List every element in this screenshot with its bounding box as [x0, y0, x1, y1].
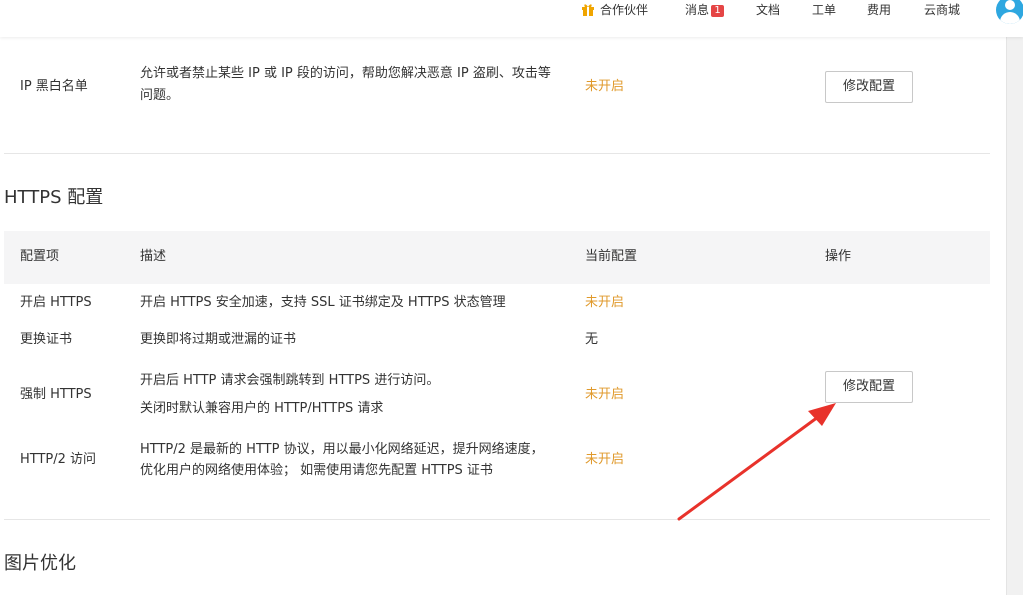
messages-count-badge: 1 [711, 5, 725, 17]
ip-blacklist-status: 未开启 [585, 79, 625, 94]
tickets-link[interactable]: 工单 [812, 0, 836, 20]
docs-link[interactable]: 文档 [756, 0, 780, 20]
divider [4, 153, 990, 154]
ip-blacklist-desc: 允许或者禁止某些 IP 或 IP 段的访问，帮助您解决恶意 IP 盗刷、攻击等问… [140, 66, 551, 103]
header-current: 当前配置 [585, 249, 638, 264]
row-force-https-status: 未开启 [585, 387, 625, 402]
gift-icon [582, 2, 594, 16]
row-force-https-desc-line1: 开启后 HTTP 请求会强制跳转到 HTTPS 进行访问。 [140, 373, 440, 388]
user-icon [1005, 0, 1015, 10]
top-bar: 合作伙伴 消息 1 文档 工单 费用 云商城 [0, 0, 1023, 37]
row-http2-status: 未开启 [585, 452, 625, 467]
row-force-https-desc-line2: 关闭时默认兼容用户的 HTTP/HTTPS 请求 [140, 401, 384, 416]
header-item: 配置项 [20, 249, 60, 264]
main-content: IP 黑白名单 允许或者禁止某些 IP 或 IP 段的访问，帮助您解决恶意 IP… [0, 0, 1006, 595]
force-https-edit-button[interactable]: 修改配置 [825, 371, 913, 403]
row-force-https-label: 强制 HTTPS [20, 387, 92, 402]
row-enable-https-label: 开启 HTTPS [20, 295, 92, 310]
divider [4, 519, 990, 520]
row-enable-https-status: 未开启 [585, 295, 625, 310]
https-section-title: HTTPS 配置 [4, 187, 104, 208]
row-replace-cert-label: 更换证书 [20, 332, 73, 347]
row-http2-desc: HTTP/2 是最新的 HTTP 协议，用以最小化网络延迟，提升网络速度，优化用… [140, 442, 544, 478]
image-section-title: 图片优化 [4, 553, 76, 574]
partner-link[interactable]: 合作伙伴 [582, 0, 648, 20]
row-replace-cert-status: 无 [585, 332, 599, 347]
header-action: 操作 [825, 249, 852, 264]
row-enable-https-desc: 开启 HTTPS 安全加速，支持 SSL 证书绑定及 HTTPS 状态管理 [140, 295, 506, 310]
messages-label: 消息 [685, 3, 710, 17]
scrollbar[interactable] [1006, 37, 1023, 595]
partner-label: 合作伙伴 [600, 3, 649, 17]
row-replace-cert-desc: 更换即将过期或泄漏的证书 [140, 332, 297, 347]
row-http2-label: HTTP/2 访问 [20, 452, 97, 467]
header-desc: 描述 [140, 249, 167, 264]
avatar[interactable] [996, 0, 1023, 24]
messages-link[interactable]: 消息 1 [685, 0, 725, 20]
billing-link[interactable]: 费用 [867, 0, 891, 20]
ip-blacklist-edit-button[interactable]: 修改配置 [825, 71, 913, 103]
ip-blacklist-label: IP 黑白名单 [20, 79, 88, 94]
marketplace-link[interactable]: 云商城 [924, 0, 960, 20]
